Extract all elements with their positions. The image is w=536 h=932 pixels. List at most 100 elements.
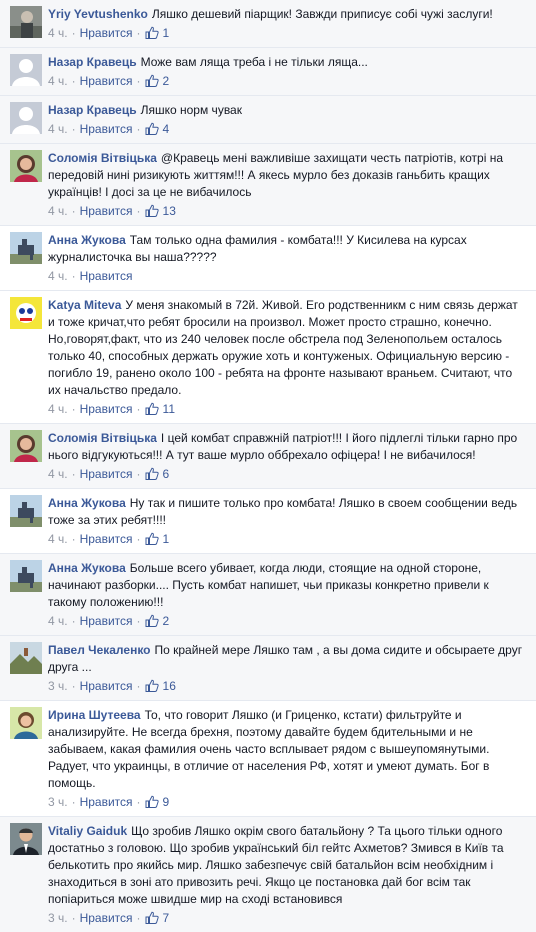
separator-dot: ·: [71, 26, 76, 40]
separator-dot: ·: [136, 402, 141, 416]
like-count[interactable]: 9: [163, 795, 170, 809]
like-button[interactable]: Нравится: [80, 614, 133, 628]
comment-author-link[interactable]: Katya Miteva: [48, 298, 121, 312]
avatar[interactable]: [10, 495, 42, 527]
like-button[interactable]: Нравится: [80, 402, 133, 416]
like-count[interactable]: 2: [163, 614, 170, 628]
comment-timestamp[interactable]: 4 ч.: [48, 614, 68, 628]
separator-dot: ·: [71, 679, 76, 693]
like-count[interactable]: 7: [163, 911, 170, 925]
comment-item: Vitaliy Gaiduk Що зробив Ляшко окрім свог…: [0, 816, 536, 932]
comment-author-link[interactable]: Vitaliy Gaiduk: [48, 824, 127, 838]
comment-meta: 3 ч. · Нравится · 16: [48, 678, 528, 694]
like-button[interactable]: Нравится: [80, 204, 133, 218]
comment-meta: 3 ч. · Нравится · 7: [48, 910, 528, 926]
comment-meta: 4 ч. · Нравится · 2: [48, 613, 528, 629]
avatar[interactable]: [10, 54, 42, 86]
like-button[interactable]: Нравится: [80, 532, 133, 546]
separator-dot: ·: [71, 269, 76, 283]
comment-author-link[interactable]: Назар Кравець: [48, 103, 137, 117]
comment-author-link[interactable]: Павел Чекаленко: [48, 643, 151, 657]
comment-author-link[interactable]: Анна Жукова: [48, 561, 126, 575]
comment-body: Ляшко дешевий піарщик! Завжди приписує с…: [151, 7, 493, 21]
comment-text-block: Vitaliy Gaiduk Що зробив Ляшко окрім свог…: [48, 823, 528, 908]
comment-body: Ляшко норм чувак: [140, 103, 242, 117]
avatar[interactable]: [10, 6, 42, 38]
comment-author-link[interactable]: Yriy Yevtushenko: [48, 7, 148, 21]
comment-meta: 4 ч. · Нравится · 11: [48, 401, 528, 417]
like-count[interactable]: 16: [163, 679, 176, 693]
comment-meta: 4 ч. · Нравится · 6: [48, 466, 528, 482]
comment-item: Анна Жукова Больше всего убивает, когда л…: [0, 553, 536, 635]
avatar[interactable]: [10, 430, 42, 462]
thumbs-up-icon[interactable]: [145, 679, 159, 693]
like-button[interactable]: Нравится: [80, 679, 133, 693]
avatar[interactable]: [10, 823, 42, 855]
like-button[interactable]: Нравится: [80, 26, 133, 40]
separator-dot: ·: [136, 614, 141, 628]
like-button[interactable]: Нравится: [80, 269, 133, 283]
avatar[interactable]: [10, 232, 42, 264]
like-count[interactable]: 1: [163, 532, 170, 546]
comment-text-block: Анна Жукова Больше всего убивает, когда л…: [48, 560, 528, 611]
comment-body: Може вам ляща треба і не тільки ляща...: [140, 55, 368, 69]
separator-dot: ·: [71, 74, 76, 88]
thumbs-up-icon[interactable]: [145, 402, 159, 416]
comment-item: Katya Miteva У меня знакомый в 72й. Живой…: [0, 290, 536, 423]
thumbs-up-icon[interactable]: [145, 795, 159, 809]
comment-meta: 4 ч. · Нравится: [48, 268, 528, 284]
comment-timestamp[interactable]: 3 ч.: [48, 911, 68, 925]
comment-timestamp[interactable]: 4 ч.: [48, 467, 68, 481]
comment-timestamp[interactable]: 4 ч.: [48, 74, 68, 88]
comment-meta: 4 ч. · Нравится · 1: [48, 25, 528, 41]
comment-author-link[interactable]: Анна Жукова: [48, 496, 126, 510]
thumbs-up-icon[interactable]: [145, 614, 159, 628]
comment-text-block: Ирина Шутеева То, что говорит Ляшко (и Гр…: [48, 707, 528, 792]
comment-item: Павел Чекаленко По крайней мере Ляшко там…: [0, 635, 536, 700]
like-count[interactable]: 2: [163, 74, 170, 88]
avatar[interactable]: [10, 707, 42, 739]
avatar[interactable]: [10, 102, 42, 134]
comment-author-link[interactable]: Ирина Шутеева: [48, 708, 141, 722]
thumbs-up-icon[interactable]: [145, 532, 159, 546]
thumbs-up-icon[interactable]: [145, 74, 159, 88]
comment-timestamp[interactable]: 3 ч.: [48, 795, 68, 809]
like-count[interactable]: 11: [163, 402, 175, 416]
comment-timestamp[interactable]: 4 ч.: [48, 204, 68, 218]
like-button[interactable]: Нравится: [80, 795, 133, 809]
separator-dot: ·: [136, 795, 141, 809]
thumbs-up-icon[interactable]: [145, 467, 159, 481]
avatar[interactable]: [10, 150, 42, 182]
thumbs-up-icon[interactable]: [145, 204, 159, 218]
thumbs-up-icon[interactable]: [145, 26, 159, 40]
like-count[interactable]: 6: [163, 467, 170, 481]
like-button[interactable]: Нравится: [80, 74, 133, 88]
separator-dot: ·: [136, 911, 141, 925]
comment-author-link[interactable]: Анна Жукова: [48, 233, 126, 247]
comment-item: Ирина Шутеева То, что говорит Ляшко (и Гр…: [0, 700, 536, 816]
like-button[interactable]: Нравится: [80, 122, 133, 136]
like-button[interactable]: Нравится: [80, 467, 133, 481]
avatar[interactable]: [10, 297, 42, 329]
comment-timestamp[interactable]: 4 ч.: [48, 122, 68, 136]
like-count[interactable]: 13: [163, 204, 176, 218]
comment-meta: 4 ч. · Нравится · 1: [48, 531, 528, 547]
like-button[interactable]: Нравится: [80, 911, 133, 925]
comment-timestamp[interactable]: 4 ч.: [48, 402, 68, 416]
comment-timestamp[interactable]: 3 ч.: [48, 679, 68, 693]
comment-timestamp[interactable]: 4 ч.: [48, 269, 68, 283]
comment-author-link[interactable]: Соломія Вітвіцька: [48, 431, 157, 445]
comment-timestamp[interactable]: 4 ч.: [48, 26, 68, 40]
comment-item: Yriy Yevtushenko Ляшко дешевий піарщик! З…: [0, 0, 536, 47]
like-count[interactable]: 1: [163, 26, 170, 40]
comment-timestamp[interactable]: 4 ч.: [48, 532, 68, 546]
avatar[interactable]: [10, 642, 42, 674]
separator-dot: ·: [71, 795, 76, 809]
thumbs-up-icon[interactable]: [145, 911, 159, 925]
like-count[interactable]: 4: [163, 122, 170, 136]
comment-author-link[interactable]: Назар Кравець: [48, 55, 137, 69]
thumbs-up-icon[interactable]: [145, 122, 159, 136]
avatar[interactable]: [10, 560, 42, 592]
comment-item: Назар Кравець Ляшко норм чувак 4 ч. · Нравит…: [0, 95, 536, 143]
comment-author-link[interactable]: Соломія Вітвіцька: [48, 151, 157, 165]
